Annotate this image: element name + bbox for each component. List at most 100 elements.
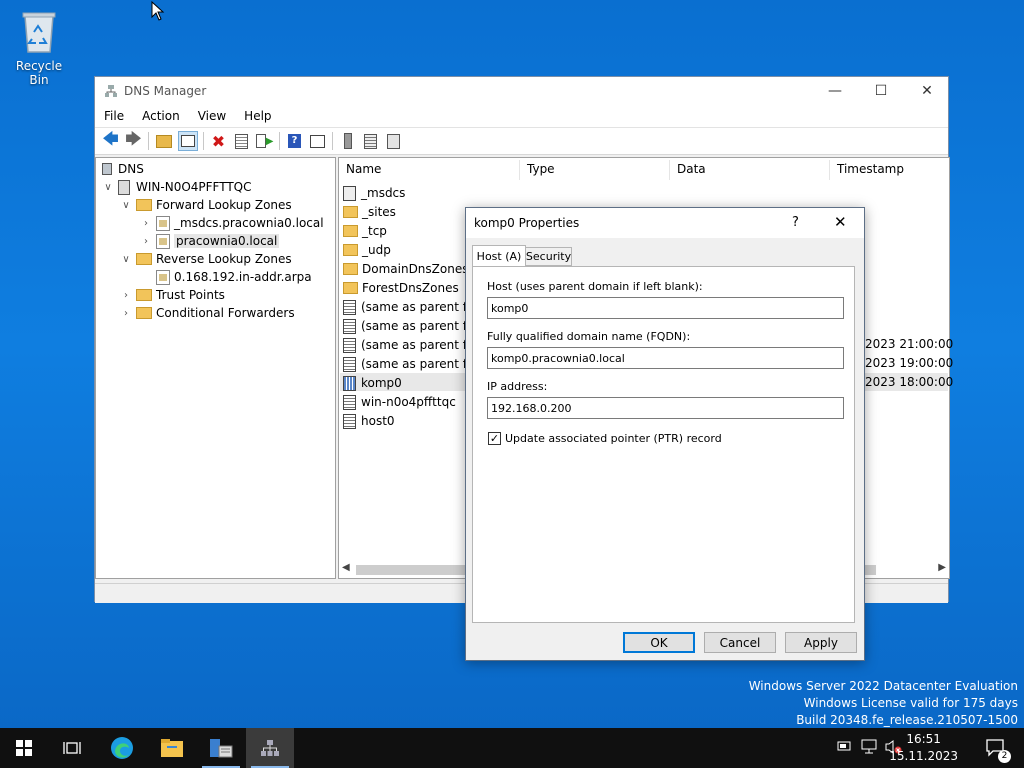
window-title: DNS Manager — [124, 84, 207, 98]
menu-view[interactable]: View — [189, 109, 235, 123]
watermark-line-1: Windows Server 2022 Datacenter Evaluatio… — [748, 679, 1018, 693]
properties-icon[interactable] — [233, 132, 251, 150]
list-item[interactable]: (same as parent fold — [343, 336, 485, 354]
expand-arrow-icon[interactable]: ∨ — [120, 200, 132, 211]
server-list-icon[interactable] — [362, 132, 380, 150]
ip-address-label: IP address: — [487, 380, 548, 393]
action-pane-icon[interactable] — [309, 132, 327, 150]
ip-address-input[interactable]: 192.168.0.200 — [487, 397, 844, 419]
tab-host-a[interactable]: Host (A) — [472, 245, 526, 267]
timestamp-cell: 2023 21:00:00 — [865, 337, 954, 351]
close-button[interactable]: ✕ — [904, 77, 950, 105]
server-properties-icon[interactable] — [385, 132, 403, 150]
battery-network-icon[interactable] — [836, 739, 852, 756]
collapse-arrow-icon[interactable]: › — [120, 290, 132, 301]
list-item[interactable]: _udp — [343, 241, 391, 259]
scroll-left-icon[interactable]: ◀ — [342, 562, 350, 573]
fqdn-label: Fully qualified domain name (FQDN): — [487, 330, 691, 343]
dialog-title-bar[interactable]: komp0 Properties ? ✕ — [466, 208, 864, 238]
server-manager-button[interactable] — [197, 728, 245, 768]
mouse-cursor-icon — [151, 1, 165, 21]
dns-manager-taskbar-button[interactable] — [246, 728, 294, 768]
tab-security[interactable]: Security — [525, 247, 572, 266]
list-item[interactable]: (same as parent fold — [343, 298, 485, 316]
server-icon[interactable] — [339, 132, 357, 150]
tree-node-server[interactable]: ∨ WIN-N0O4PFFTTQC — [102, 178, 252, 196]
list-item[interactable]: _tcp — [343, 222, 387, 240]
menu-help[interactable]: Help — [235, 109, 280, 123]
list-header: Name Type Data Timestamp — [339, 158, 949, 182]
record-icon — [343, 299, 356, 315]
network-icon[interactable] — [860, 739, 878, 758]
host-input[interactable]: komp0 — [487, 297, 844, 319]
list-item[interactable]: (same as parent fold — [343, 355, 485, 373]
file-explorer-button[interactable] — [148, 728, 196, 768]
file-explorer-icon — [161, 739, 183, 757]
collapse-arrow-icon[interactable]: › — [120, 308, 132, 319]
tree-node-dns[interactable]: DNS — [102, 160, 144, 178]
list-item-name: win-n0o4pffttqc — [361, 395, 456, 409]
edge-icon — [111, 737, 133, 759]
edge-button[interactable] — [98, 728, 146, 768]
expand-arrow-icon[interactable]: ∨ — [102, 182, 114, 193]
export-list-icon[interactable]: ▶ — [255, 132, 274, 150]
zone-icon — [156, 269, 170, 285]
title-bar[interactable]: DNS Manager — ☐ ✕ — [95, 77, 948, 105]
dns-manager-icon — [261, 740, 279, 756]
collapse-arrow-icon[interactable]: › — [140, 218, 152, 229]
column-header-name[interactable]: Name — [346, 162, 381, 176]
ptr-checkbox[interactable]: ✓ — [488, 432, 501, 445]
list-item[interactable]: DomainDnsZones — [343, 260, 468, 278]
collapse-arrow-icon[interactable]: › — [140, 236, 152, 247]
folder-icon — [136, 253, 152, 265]
minimize-button[interactable]: — — [812, 77, 858, 105]
expand-arrow-icon[interactable]: ∨ — [120, 254, 132, 265]
tree-node-reverse-zones[interactable]: ∨ Reverse Lookup Zones — [120, 250, 291, 268]
list-item[interactable]: _msdcs — [343, 184, 405, 202]
list-item[interactable]: win-n0o4pffttqc — [343, 393, 456, 411]
list-item[interactable]: (same as parent fold — [343, 317, 485, 335]
folder-icon — [343, 244, 358, 256]
list-item-selected[interactable]: komp0 — [343, 374, 402, 392]
back-icon[interactable]: 🡄 — [102, 129, 120, 150]
list-item[interactable]: host0 — [343, 412, 395, 430]
column-header-type[interactable]: Type — [527, 162, 555, 176]
column-header-data[interactable]: Data — [677, 162, 706, 176]
list-item[interactable]: _sites — [343, 203, 396, 221]
tree-node-trust-points[interactable]: › Trust Points — [120, 286, 225, 304]
dialog-help-button[interactable]: ? — [792, 215, 799, 230]
tree-node-conditional-forwarders[interactable]: › Conditional Forwarders — [120, 304, 295, 322]
up-folder-icon[interactable] — [155, 132, 173, 150]
tree-label-trust-points: Trust Points — [156, 288, 225, 302]
tree-node-forward-zones[interactable]: ∨ Forward Lookup Zones — [120, 196, 291, 214]
scroll-right-icon[interactable]: ▶ — [938, 562, 946, 573]
forward-icon[interactable]: 🡆 — [125, 129, 143, 150]
zone-icon — [156, 215, 170, 231]
tree-node-msdcs-zone[interactable]: › _msdcs.pracownia0.local — [140, 214, 324, 232]
ok-button[interactable]: OK — [623, 632, 695, 653]
taskbar-clock[interactable]: 16:51 15.11.2023 — [889, 731, 958, 765]
apply-button[interactable]: Apply — [785, 632, 857, 653]
show-hide-tree-icon[interactable] — [177, 131, 198, 151]
tree-node-reverse-zone[interactable]: 0.168.192.in-addr.arpa — [156, 268, 312, 286]
tree-node-pracownia-zone[interactable]: › pracownia0.local — [140, 232, 280, 250]
menu-action[interactable]: Action — [133, 109, 189, 123]
delete-icon[interactable]: ✖ — [210, 132, 228, 151]
notification-center-button[interactable]: 2 — [972, 728, 1020, 768]
menu-file[interactable]: File — [95, 109, 133, 123]
record-icon — [343, 337, 356, 353]
cancel-button[interactable]: Cancel — [704, 632, 776, 653]
recycle-bin-shortcut[interactable]: Recycle Bin — [6, 8, 72, 87]
timestamp-cell: 2023 18:00:00 — [865, 375, 954, 389]
maximize-button[interactable]: ☐ — [858, 77, 904, 105]
help-icon[interactable]: ? — [286, 132, 304, 150]
msdcs-delegation-icon — [343, 185, 356, 201]
dialog-close-icon[interactable]: ✕ — [834, 213, 847, 231]
zone-icon — [156, 233, 170, 249]
task-view-button[interactable] — [48, 728, 96, 768]
dialog-title: komp0 Properties — [474, 216, 580, 230]
list-item-name: _tcp — [362, 224, 387, 238]
list-item[interactable]: ForestDnsZones — [343, 279, 459, 297]
start-button[interactable] — [0, 728, 48, 768]
column-header-timestamp[interactable]: Timestamp — [837, 162, 904, 176]
